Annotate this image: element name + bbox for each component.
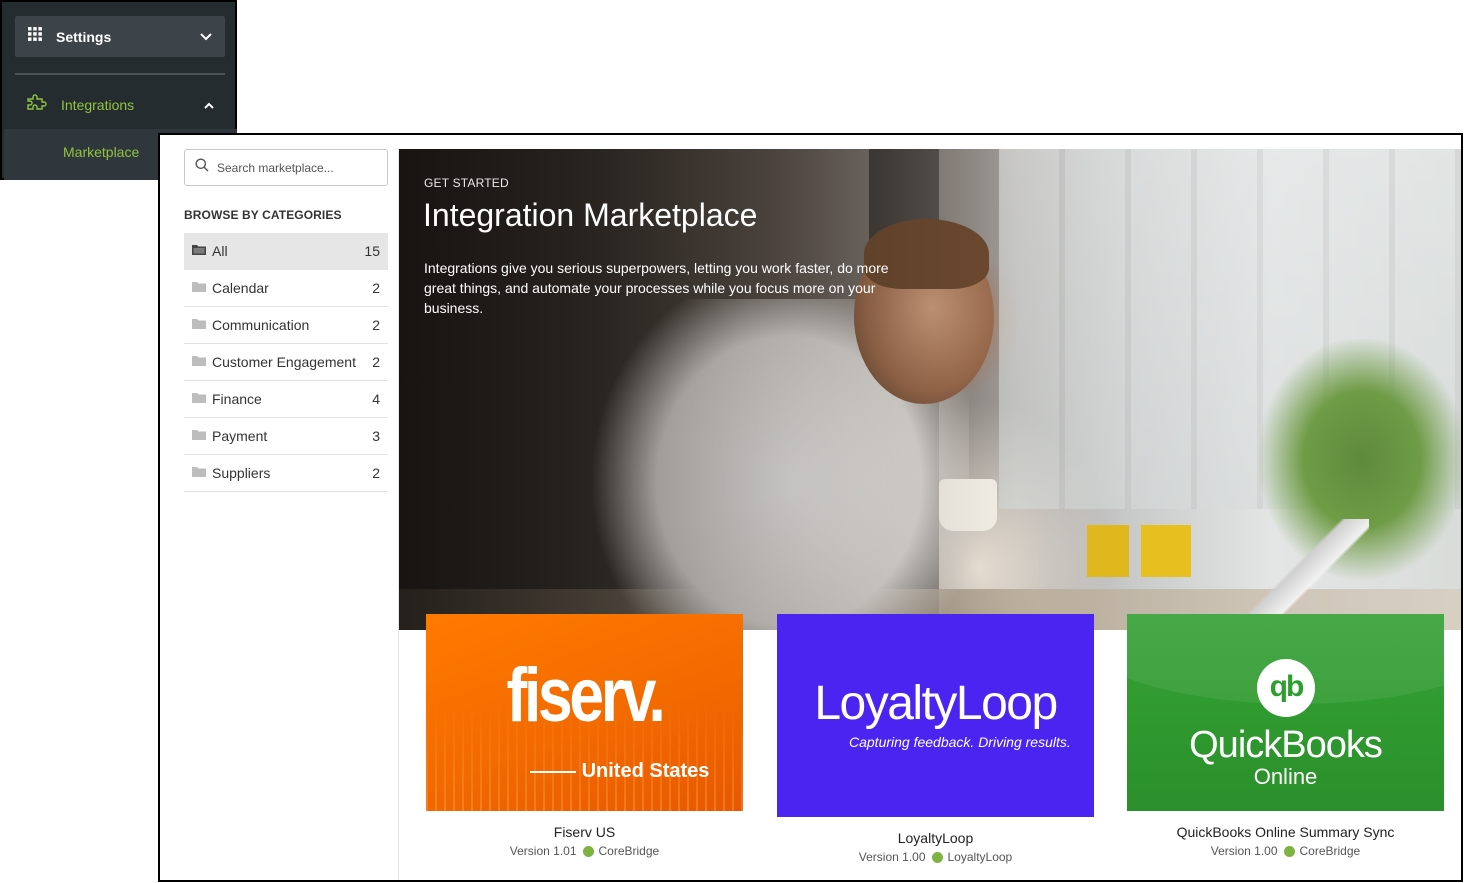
fiserv-logo-sub: United States bbox=[426, 760, 743, 783]
integration-meta: Version 1.00 CoreBridge bbox=[1127, 844, 1444, 858]
integration-meta: Version 1.00 LoyaltyLoop bbox=[777, 850, 1094, 864]
quickbooks-mark-icon: qb bbox=[1257, 659, 1315, 717]
integration-meta: Version 1.01 CoreBridge bbox=[426, 844, 743, 858]
integration-version: Version 1.01 bbox=[509, 844, 577, 858]
category-count: 2 bbox=[372, 280, 380, 296]
grid-icon bbox=[28, 27, 42, 46]
search-box[interactable] bbox=[184, 149, 388, 186]
quickbooks-logo: qb QuickBooks Online bbox=[1127, 614, 1444, 811]
hero-photo-chair bbox=[1141, 525, 1191, 577]
search-input[interactable] bbox=[217, 160, 377, 175]
category-count: 4 bbox=[372, 391, 380, 407]
category-name: Payment bbox=[212, 428, 268, 444]
folder-icon bbox=[192, 464, 206, 482]
status-dot-icon bbox=[931, 851, 943, 863]
page-title: Integration Marketplace bbox=[423, 197, 758, 233]
search-icon bbox=[195, 158, 209, 177]
integration-card-fiserv[interactable]: fiserv. United States Fiserv US Version … bbox=[426, 614, 743, 858]
status-dot-icon bbox=[582, 845, 594, 857]
hero-photo-laptop bbox=[1249, 519, 1369, 629]
chevron-down-icon bbox=[200, 28, 212, 46]
folder-icon bbox=[192, 316, 206, 334]
marketplace-label: Marketplace bbox=[63, 144, 140, 160]
fiserv-logo: fiserv. United States bbox=[426, 614, 743, 811]
integrations-label: Integrations bbox=[61, 97, 135, 113]
hero-kicker: GET STARTED bbox=[424, 176, 509, 190]
category-name: All bbox=[212, 243, 228, 259]
category-count: 3 bbox=[372, 428, 380, 444]
category-name: Calendar bbox=[212, 280, 269, 296]
browse-categories-heading: BROWSE BY CATEGORIES bbox=[184, 208, 342, 222]
category-name: Customer Engagement bbox=[212, 354, 356, 370]
integration-card-loyaltyloop[interactable]: LoyaltyLoop Capturing feedback. Driving … bbox=[777, 614, 1094, 864]
integration-vendor: CoreBridge bbox=[1299, 844, 1361, 858]
category-name: Communication bbox=[212, 317, 310, 333]
integration-version: Version 1.00 bbox=[1210, 844, 1278, 858]
category-customer-engagement[interactable]: Customer Engagement 2 bbox=[184, 344, 388, 381]
folder-icon bbox=[192, 353, 206, 371]
category-calendar[interactable]: Calendar 2 bbox=[184, 270, 388, 307]
folder-icon bbox=[192, 390, 206, 408]
hero-photo-chair bbox=[1087, 525, 1129, 577]
integration-name: Fiserv US bbox=[553, 824, 616, 840]
integration-version: Version 1.00 bbox=[858, 850, 926, 864]
integration-name: LoyaltyLoop bbox=[897, 830, 974, 846]
loyaltyloop-logo: LoyaltyLoop Capturing feedback. Driving … bbox=[777, 614, 1094, 817]
puzzle-icon bbox=[25, 93, 51, 117]
loyaltyloop-logo-word: LoyaltyLoop bbox=[814, 677, 1058, 730]
category-name: Finance bbox=[212, 391, 262, 407]
integration-name: QuickBooks Online Summary Sync bbox=[1176, 824, 1395, 840]
loyaltyloop-logo-tagline: Capturing feedback. Driving results. bbox=[849, 734, 1071, 750]
category-communication[interactable]: Communication 2 bbox=[184, 307, 388, 344]
integration-card-quickbooks[interactable]: qb QuickBooks Online QuickBooks Online S… bbox=[1127, 614, 1444, 858]
category-count: 2 bbox=[372, 354, 380, 370]
hero-description: Integrations give you serious superpower… bbox=[424, 260, 889, 316]
integration-vendor: CoreBridge bbox=[598, 844, 660, 858]
category-name: Suppliers bbox=[212, 465, 271, 481]
category-finance[interactable]: Finance 4 bbox=[184, 381, 388, 418]
integration-vendor: LoyaltyLoop bbox=[947, 850, 1013, 864]
category-count: 15 bbox=[364, 243, 380, 259]
quickbooks-logo-word: QuickBooks bbox=[1189, 724, 1383, 766]
category-all[interactable]: All 15 bbox=[184, 233, 388, 270]
settings-menu-button[interactable]: Settings bbox=[15, 16, 225, 57]
category-count: 2 bbox=[372, 317, 380, 333]
hero-banner: GET STARTED Integration Marketplace Inte… bbox=[399, 149, 1461, 630]
chevron-up-icon bbox=[203, 96, 215, 114]
quickbooks-logo-sub: Online bbox=[1253, 764, 1318, 789]
status-dot-icon bbox=[1283, 845, 1295, 857]
fiserv-logo-word: fiserv. bbox=[506, 653, 665, 738]
category-count: 2 bbox=[372, 465, 380, 481]
folder-icon bbox=[192, 279, 206, 297]
folder-icon bbox=[192, 427, 206, 445]
folder-icon bbox=[192, 242, 206, 260]
category-list: All 15 Calendar 2 Communication 2 Custom… bbox=[184, 233, 388, 492]
marketplace-panel: BROWSE BY CATEGORIES All 15 Calendar 2 C… bbox=[158, 133, 1463, 882]
settings-label: Settings bbox=[56, 28, 112, 45]
category-suppliers[interactable]: Suppliers 2 bbox=[184, 455, 388, 492]
nav-divider bbox=[15, 73, 225, 75]
nav-item-integrations[interactable]: Integrations bbox=[15, 86, 225, 124]
category-payment[interactable]: Payment 3 bbox=[184, 418, 388, 455]
